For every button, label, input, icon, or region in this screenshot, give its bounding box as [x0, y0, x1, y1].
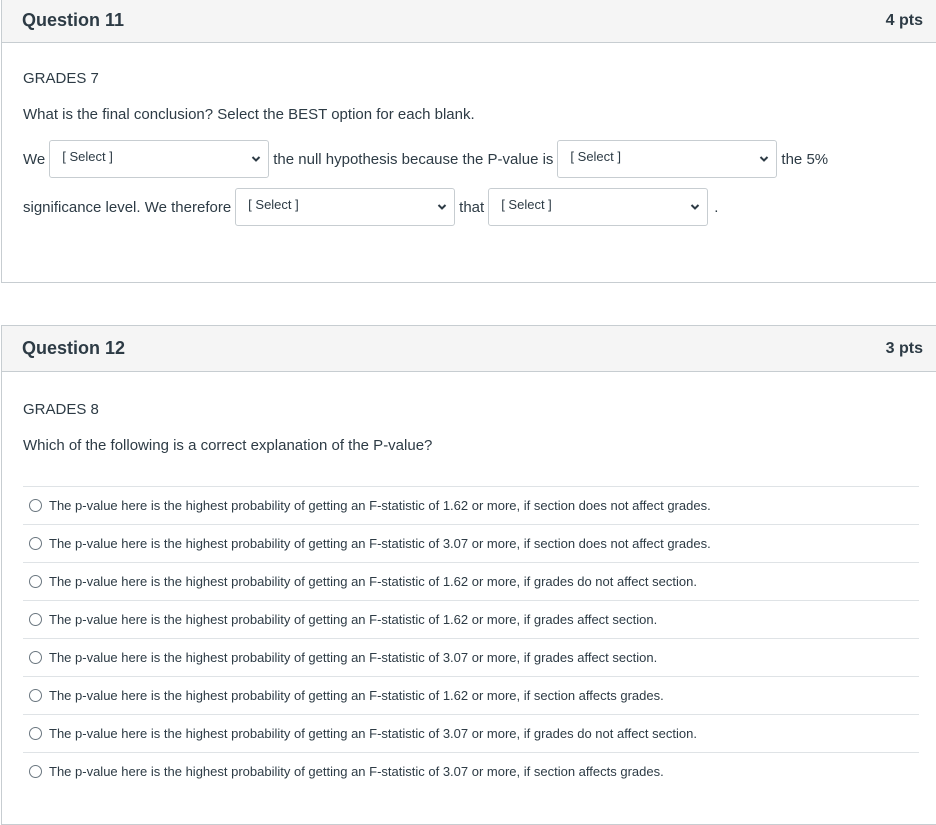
answer-option[interactable]: The p-value here is the highest probabil… [23, 714, 919, 752]
sentence-text: We [23, 150, 46, 168]
question-prompt: Which of the following is a correct expl… [23, 437, 433, 454]
select-placeholder: [ Select ] [501, 197, 552, 212]
blank-sentence-line-2: significance level. We therefore [ Selec… [23, 188, 718, 226]
answer-option[interactable]: The p-value here is the highest probabil… [23, 562, 919, 600]
blank-select-2[interactable]: [ Select ] [557, 140, 778, 178]
blank-select-4[interactable]: [ Select ] [488, 188, 709, 226]
radio-button[interactable] [29, 499, 42, 512]
radio-button[interactable] [29, 689, 42, 702]
answer-text: The p-value here is the highest probabil… [49, 650, 658, 665]
radio-button[interactable] [29, 727, 42, 740]
answer-option[interactable]: The p-value here is the highest probabil… [23, 676, 919, 714]
answer-option[interactable]: The p-value here is the highest probabil… [23, 752, 919, 790]
chevron-down-icon [437, 204, 447, 210]
chevron-down-icon [252, 156, 261, 162]
answer-text: The p-value here is the highest probabil… [49, 612, 658, 627]
answer-text: The p-value here is the highest probabil… [49, 688, 664, 703]
question-title: Question 11 [22, 10, 125, 30]
radio-button[interactable] [29, 537, 42, 550]
answer-list: The p-value here is the highest probabil… [23, 486, 919, 790]
question-points: 4 pts [885, 11, 923, 29]
sentence-text: the null hypothesis because the P-value … [273, 150, 554, 168]
question-prompt: What is the final conclusion? Select the… [23, 106, 475, 123]
radio-button[interactable] [29, 651, 42, 664]
select-placeholder: [ Select ] [570, 149, 621, 164]
chevron-down-icon [690, 204, 700, 210]
radio-button[interactable] [29, 765, 42, 778]
answer-option[interactable]: The p-value here is the highest probabil… [23, 600, 919, 638]
question-header: Question 12 3 pts [2, 326, 936, 372]
answer-text: The p-value here is the highest probabil… [49, 726, 697, 741]
answer-option[interactable]: The p-value here is the highest probabil… [23, 486, 919, 524]
sentence-text: the 5% [781, 150, 829, 168]
question-label: GRADES 8 [23, 401, 99, 418]
sentence-text: . [714, 198, 719, 216]
answer-option[interactable]: The p-value here is the highest probabil… [23, 638, 919, 676]
sentence-text: significance level. We therefore [23, 198, 232, 216]
answer-text: The p-value here is the highest probabil… [49, 536, 711, 551]
sentence-text: that [459, 198, 485, 216]
question-points: 3 pts [885, 339, 923, 357]
chevron-down-icon [760, 156, 769, 162]
answer-text: The p-value here is the highest probabil… [49, 498, 711, 513]
question-header: Question 11 4 pts [2, 0, 936, 43]
select-placeholder: [ Select ] [248, 197, 299, 212]
answer-option[interactable]: The p-value here is the highest probabil… [23, 524, 919, 562]
select-placeholder: [ Select ] [62, 149, 113, 164]
question-12: Question 12 3 pts GRADES 8 Which of the … [1, 325, 936, 825]
question-11: Question 11 4 pts GRADES 7 What is the f… [1, 0, 936, 283]
question-label: GRADES 7 [23, 70, 99, 87]
blank-select-1[interactable]: [ Select ] [49, 140, 270, 178]
answer-text: The p-value here is the highest probabil… [49, 574, 697, 589]
answer-text: The p-value here is the highest probabil… [49, 764, 664, 779]
blank-select-3[interactable]: [ Select ] [235, 188, 456, 226]
radio-button[interactable] [29, 575, 42, 588]
question-title: Question 12 [22, 338, 126, 358]
radio-button[interactable] [29, 613, 42, 626]
blank-sentence-line-1: We [ Select ] the null hypothesis becaus… [23, 140, 828, 178]
